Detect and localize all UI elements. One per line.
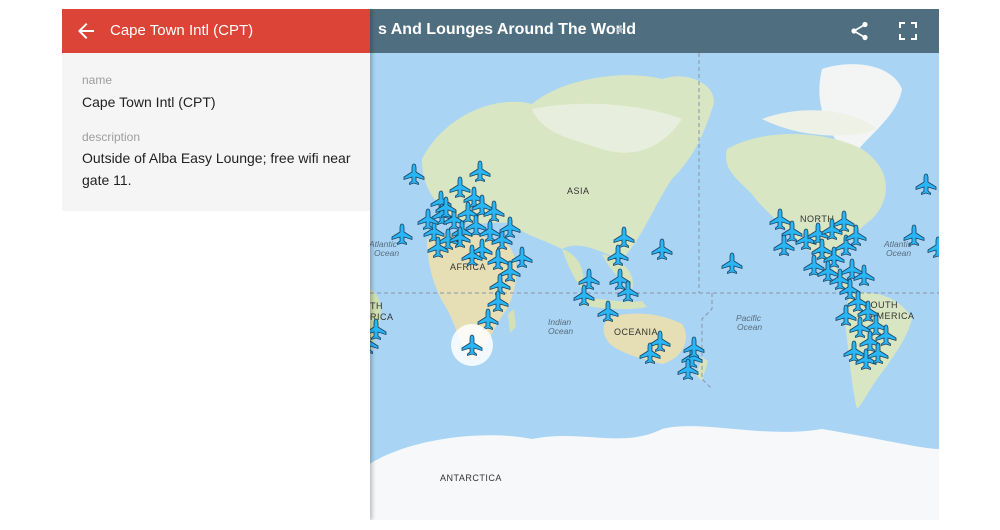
share-icon[interactable] xyxy=(848,19,874,43)
description-label: description xyxy=(82,130,141,144)
label-antarctica: ANTARCTICA xyxy=(440,473,502,483)
arrow-back-icon[interactable] xyxy=(74,19,98,43)
label-asia: ASIA xyxy=(567,186,590,196)
label-left-edge-1: TH xyxy=(370,301,383,311)
panel-header: Cape Town Intl (CPT) xyxy=(62,9,370,53)
label-atlantic-right-ocean: Ocean xyxy=(886,248,911,258)
label-atlantic-ocean: Ocean xyxy=(374,248,399,258)
star-icon[interactable]: ★ xyxy=(614,22,626,38)
label-oceania: OCEANIA xyxy=(614,327,658,337)
panel-title: Cape Town Intl (CPT) xyxy=(110,22,254,39)
label-north-america: NORTH xyxy=(800,214,834,224)
name-label: name xyxy=(82,73,113,87)
my-maps-app: ASIA AFRICA OCEANIA ANTARCTICA NORTH SOU… xyxy=(62,9,939,520)
label-left-edge-2: RICA xyxy=(370,312,394,322)
fullscreen-icon[interactable] xyxy=(896,19,922,43)
label-indian-ocean: Ocean xyxy=(548,326,573,336)
name-value: Cape Town Intl (CPT) xyxy=(82,94,216,110)
details-section: name Cape Town Intl (CPT) description Ou… xyxy=(62,53,370,211)
map-title: s And Lounges Around The World xyxy=(378,21,637,38)
feature-details-panel: Cape Town Intl (CPT) name Cape Town Intl… xyxy=(62,9,370,520)
description-value: Outside of Alba Easy Lounge; free wifi n… xyxy=(82,150,351,188)
label-pacific-ocean: Ocean xyxy=(737,322,762,332)
